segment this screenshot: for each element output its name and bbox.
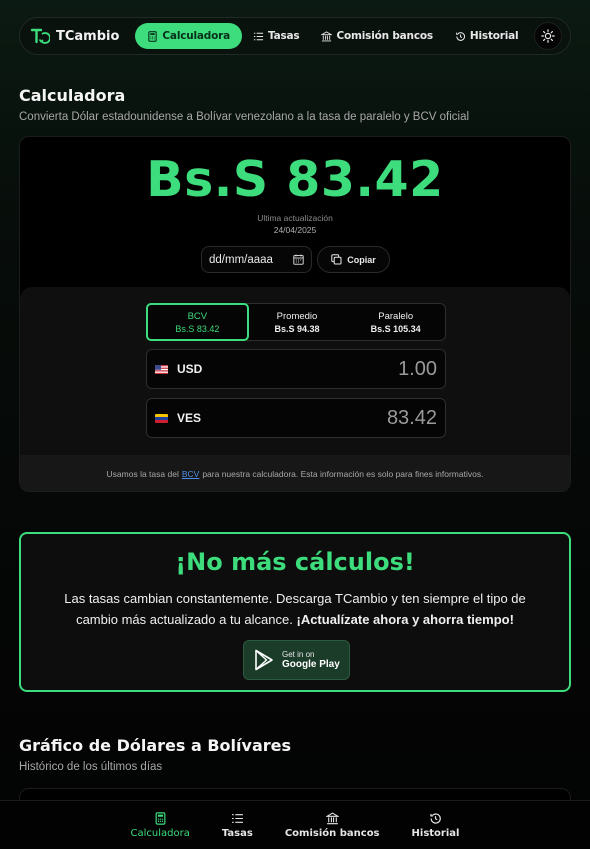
calculator-card: Bs.S 83.42 Ultima actualización 24/04/20… — [19, 136, 571, 492]
chart-section-title: Gráfico de Dólares a Bolívares — [19, 736, 292, 755]
chart-section-subtitle: Histórico de los últimos días — [19, 761, 163, 773]
bottom-nav-calculadora[interactable]: Calculadora — [115, 801, 206, 849]
ves-amount-field[interactable]: VES 83.42 — [146, 398, 446, 438]
bottom-nav-historial[interactable]: Historial — [396, 801, 476, 849]
converted-amount: Bs.S 83.42 — [146, 151, 444, 208]
top-navbar: TCambio Calculadora Tasas Comisión banco… — [19, 17, 571, 55]
tcambio-logo-icon — [30, 26, 50, 46]
rate-name: Promedio — [276, 310, 318, 322]
bottom-nav-label: Calculadora — [130, 827, 190, 839]
nav-label: Tasas — [268, 30, 300, 42]
nav-comision-bancos[interactable]: Comisión bancos — [310, 23, 443, 49]
calculator-title: Calculadora — [19, 86, 126, 105]
promo-callout: ¡Actualízate ahora y ahorra tiempo! — [296, 612, 514, 627]
calendar-icon[interactable] — [293, 254, 304, 265]
promo-title: ¡No más cálculos! — [175, 548, 415, 576]
nav-calculadora[interactable]: Calculadora — [135, 23, 242, 49]
logo-text: TCambio — [56, 28, 120, 44]
last-update-date: 24/04/2025 — [273, 225, 317, 235]
app-promo-banner: ¡No más cálculos! Las tasas cambian cons… — [19, 532, 571, 692]
history-icon — [430, 812, 441, 824]
copy-button[interactable]: Copiar — [317, 246, 390, 273]
bottom-nav-label: Comisión bancos — [284, 827, 380, 839]
rate-name: Paralelo — [378, 310, 414, 322]
nav-label: Calculadora — [162, 30, 230, 42]
copy-icon — [331, 254, 342, 265]
nav-historial[interactable]: Historial — [444, 23, 530, 49]
ves-amount-value[interactable]: 83.42 — [387, 407, 437, 430]
copy-label: Copiar — [347, 254, 376, 265]
note-text-before: Usamos la tasa del — [106, 469, 179, 479]
calculator-subtitle: Convierta Dólar estadounidense a Bolívar… — [19, 111, 470, 123]
note-text-after: para nuestra calculadora. Esta informaci… — [202, 469, 484, 479]
rate-selector: BCV Bs.S 83.42 Promedio Bs.S 94.38 Paral… — [146, 303, 446, 341]
nav-label: Comisión bancos — [336, 30, 433, 42]
venezuela-flag-icon — [155, 413, 168, 423]
bank-icon — [325, 811, 339, 824]
converter-panel: BCV Bs.S 83.42 Promedio Bs.S 94.38 Paral… — [20, 287, 570, 491]
promo-text: Las tasas cambian constantemente. Descar… — [51, 588, 539, 630]
logo[interactable]: TCambio — [30, 26, 119, 46]
date-placeholder: dd/mm/aaaa — [209, 253, 273, 266]
google-play-button[interactable]: Get in on Google Play — [243, 640, 350, 680]
calculator-icon — [155, 811, 166, 825]
rate-value: Bs.S 105.34 — [370, 323, 421, 334]
bank-icon — [321, 30, 333, 41]
usd-amount-value[interactable]: 1.00 — [398, 358, 437, 381]
bottom-nav-comision-bancos[interactable]: Comisión bancos — [269, 801, 396, 849]
rate-tab-paralelo[interactable]: Paralelo Bs.S 105.34 — [346, 304, 445, 340]
rate-value: Bs.S 94.38 — [274, 323, 320, 334]
list-icon — [231, 813, 243, 823]
rate-name: BCV — [187, 310, 208, 322]
play-button-caption: Get in on — [282, 650, 315, 659]
rate-value: Bs.S 83.42 — [175, 323, 220, 334]
bottom-nav-label: Tasas — [221, 827, 253, 839]
calculator-icon — [148, 30, 158, 42]
rate-tab-promedio[interactable]: Promedio Bs.S 94.38 — [248, 304, 347, 340]
history-icon — [456, 31, 465, 41]
google-play-icon — [255, 649, 273, 671]
play-button-label: Google Play — [282, 659, 340, 670]
currency-code: VES — [177, 411, 202, 425]
bottom-nav-label: Historial — [411, 827, 460, 839]
rate-tab-bcv[interactable]: BCV Bs.S 83.42 — [146, 303, 249, 341]
nav-tasas[interactable]: Tasas — [242, 23, 310, 49]
bottom-nav-tasas[interactable]: Tasas — [206, 801, 269, 849]
calculator-disclaimer: Usamos la tasa del BCV para nuestra calc… — [20, 455, 570, 491]
last-update-label: Ultima actualización — [257, 213, 333, 223]
us-flag-icon — [155, 364, 168, 374]
date-picker-input[interactable]: dd/mm/aaaa — [201, 246, 312, 273]
sun-icon — [541, 29, 555, 43]
usd-amount-field[interactable]: USD 1.00 — [146, 349, 446, 389]
list-icon — [253, 32, 264, 40]
currency-code: USD — [177, 362, 203, 376]
bottom-navbar: Calculadora Tasas Comisión bancos Histor… — [0, 800, 590, 849]
theme-toggle-button[interactable] — [534, 22, 562, 50]
bcv-link[interactable]: BCV — [182, 469, 199, 479]
nav-label: Historial — [469, 30, 519, 42]
